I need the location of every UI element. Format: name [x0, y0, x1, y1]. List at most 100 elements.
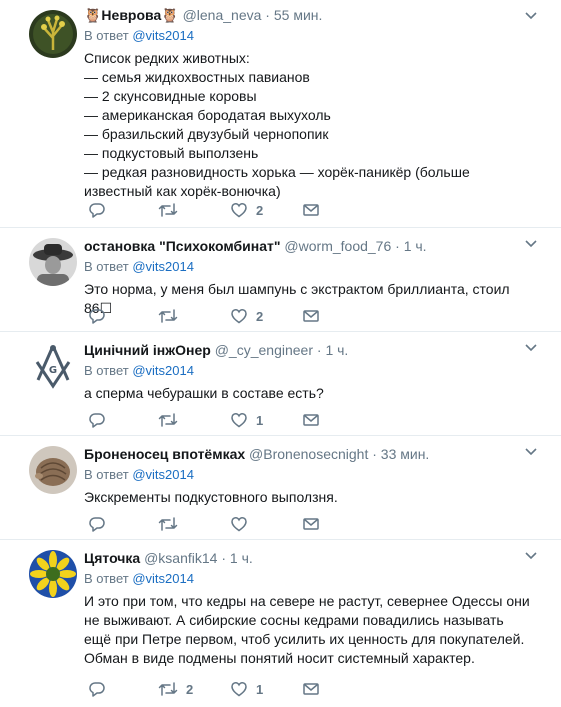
user-handle[interactable]: @worm_food_76	[284, 238, 391, 254]
reply-button[interactable]	[88, 410, 106, 430]
heart-icon	[231, 682, 247, 697]
masonic-compass-avatar: G	[29, 342, 77, 390]
retweet-button[interactable]	[158, 306, 186, 326]
display-name[interactable]: Цяточка	[84, 550, 140, 566]
like-button[interactable]: 2	[230, 306, 263, 326]
reply-mention-link[interactable]: @vits2014	[132, 28, 194, 43]
separator-dot: ·	[372, 446, 377, 462]
reply-button[interactable]	[88, 679, 106, 699]
tweet[interactable]: Броненосец впотёмках @Bronenosecnight · …	[0, 436, 561, 540]
tweet-header: 🦉Неврова🦉 @lena_neva · 55 мин.	[84, 6, 533, 24]
reply-mention-link[interactable]: @vits2014	[132, 467, 194, 482]
tweet-text: Список редких животных: — семья жидкохво…	[84, 50, 470, 199]
envelope-icon	[303, 683, 319, 695]
timestamp[interactable]: 33 мин.	[381, 446, 430, 462]
like-count: 2	[256, 202, 264, 218]
reply-prefix: В ответ	[84, 363, 129, 378]
reply-context: В ответ @vits2014	[84, 28, 533, 44]
retweet-icon	[158, 413, 178, 427]
reply-button[interactable]	[88, 306, 106, 326]
tweet[interactable]: Цяточка @ksanfik14 · 1 ч. В ответ @vits2…	[0, 540, 561, 707]
like-count: 1	[256, 412, 264, 428]
tweet-text: И это при том, что кедры на севере не ра…	[84, 593, 530, 666]
avatar[interactable]: G	[29, 342, 77, 390]
reply-button[interactable]	[88, 200, 106, 220]
avatar[interactable]	[29, 238, 77, 286]
tweet-text: Экскременты подкустовного выползня.	[84, 489, 338, 505]
heart-icon	[231, 517, 247, 532]
envelope-icon	[303, 310, 319, 322]
retweet-button[interactable]	[158, 410, 186, 430]
separator-dot: ·	[395, 238, 400, 254]
user-handle[interactable]: @ksanfik14	[144, 550, 217, 566]
like-count: 1	[256, 681, 264, 697]
user-handle[interactable]: @_cy_engineer	[215, 342, 313, 358]
tweet[interactable]: 🦉Неврова🦉 @lena_neva · 55 мин. В ответ @…	[0, 0, 561, 228]
reply-prefix: В ответ	[84, 259, 129, 274]
retweet-icon	[158, 517, 178, 531]
reply-context: В ответ @vits2014	[84, 467, 533, 483]
like-button[interactable]	[230, 514, 256, 534]
user-handle[interactable]: @lena_neva	[183, 7, 262, 23]
direct-message-button[interactable]	[302, 679, 320, 699]
reply-context: В ответ @vits2014	[84, 363, 533, 379]
reply-prefix: В ответ	[84, 571, 129, 586]
timestamp[interactable]: 1 ч.	[230, 550, 253, 566]
armadillo-avatar	[29, 446, 77, 494]
tweet-header: Цинічний інжОнер @_cy_engineer · 1 ч.	[84, 341, 533, 359]
like-button[interactable]: 2	[230, 200, 263, 220]
direct-message-button[interactable]	[302, 514, 320, 534]
heart-icon	[231, 309, 247, 324]
svg-text:G: G	[49, 365, 57, 376]
tweet-header: Цяточка @ksanfik14 · 1 ч.	[84, 549, 533, 567]
reply-mention-link[interactable]: @vits2014	[132, 259, 194, 274]
separator-dot: ·	[221, 550, 227, 566]
avatar[interactable]	[29, 550, 77, 598]
direct-message-button[interactable]	[302, 410, 320, 430]
timestamp[interactable]: 1 ч.	[404, 238, 427, 254]
tweet-text: а сперма чебурашки в составе есть?	[84, 385, 324, 401]
timestamp[interactable]: 55 мин.	[274, 7, 323, 23]
display-name[interactable]: Броненосец впотёмках	[84, 446, 245, 462]
reply-button[interactable]	[88, 514, 106, 534]
retweet-button[interactable]	[158, 200, 186, 220]
timestamp[interactable]: 1 ч.	[325, 342, 348, 358]
flower-avatar	[29, 550, 77, 598]
tweet-header: Броненосец впотёмках @Bronenosecnight · …	[84, 445, 533, 463]
like-count: 2	[256, 308, 264, 324]
envelope-icon	[303, 204, 319, 216]
avatar[interactable]	[29, 10, 77, 58]
separator-dot: ·	[265, 7, 270, 23]
retweet-button[interactable]: 2	[158, 679, 193, 699]
reply-mention-link[interactable]: @vits2014	[132, 571, 194, 586]
heart-icon	[231, 203, 247, 218]
like-button[interactable]: 1	[230, 679, 263, 699]
reply-icon	[89, 682, 105, 697]
display-name[interactable]: Цинічний інжОнер	[84, 342, 211, 358]
heart-icon	[231, 413, 247, 428]
reply-prefix: В ответ	[84, 467, 129, 482]
reply-icon	[89, 517, 105, 532]
tweet[interactable]: G Цинічний інжОнер @_cy_engineer · 1 ч. …	[0, 332, 561, 436]
reply-context: В ответ @vits2014	[84, 259, 533, 275]
retweet-button[interactable]	[158, 514, 186, 534]
display-name[interactable]: 🦉Неврова🦉	[84, 7, 179, 23]
tweet-header: остановка "Психокомбинат" @worm_food_76 …	[84, 237, 533, 255]
retweet-icon	[158, 682, 178, 696]
display-name[interactable]: остановка "Психокомбинат"	[84, 238, 281, 254]
like-button[interactable]: 1	[230, 410, 263, 430]
reply-mention-link[interactable]: @vits2014	[132, 363, 194, 378]
tree-avatar-icon	[29, 10, 77, 58]
user-handle[interactable]: @Bronenosecnight	[249, 446, 368, 462]
separator-dot: ·	[316, 342, 322, 358]
avatar[interactable]	[29, 446, 77, 494]
direct-message-button[interactable]	[302, 306, 320, 326]
envelope-icon	[303, 414, 319, 426]
envelope-icon	[303, 518, 319, 530]
reply-context: В ответ @vits2014	[84, 571, 533, 587]
reply-prefix: В ответ	[84, 28, 129, 43]
retweet-count: 2	[186, 681, 194, 697]
direct-message-button[interactable]	[302, 200, 320, 220]
reply-feed: 🦉Неврова🦉 @lena_neva · 55 мин. В ответ @…	[0, 0, 561, 707]
tweet[interactable]: остановка "Психокомбинат" @worm_food_76 …	[0, 228, 561, 332]
